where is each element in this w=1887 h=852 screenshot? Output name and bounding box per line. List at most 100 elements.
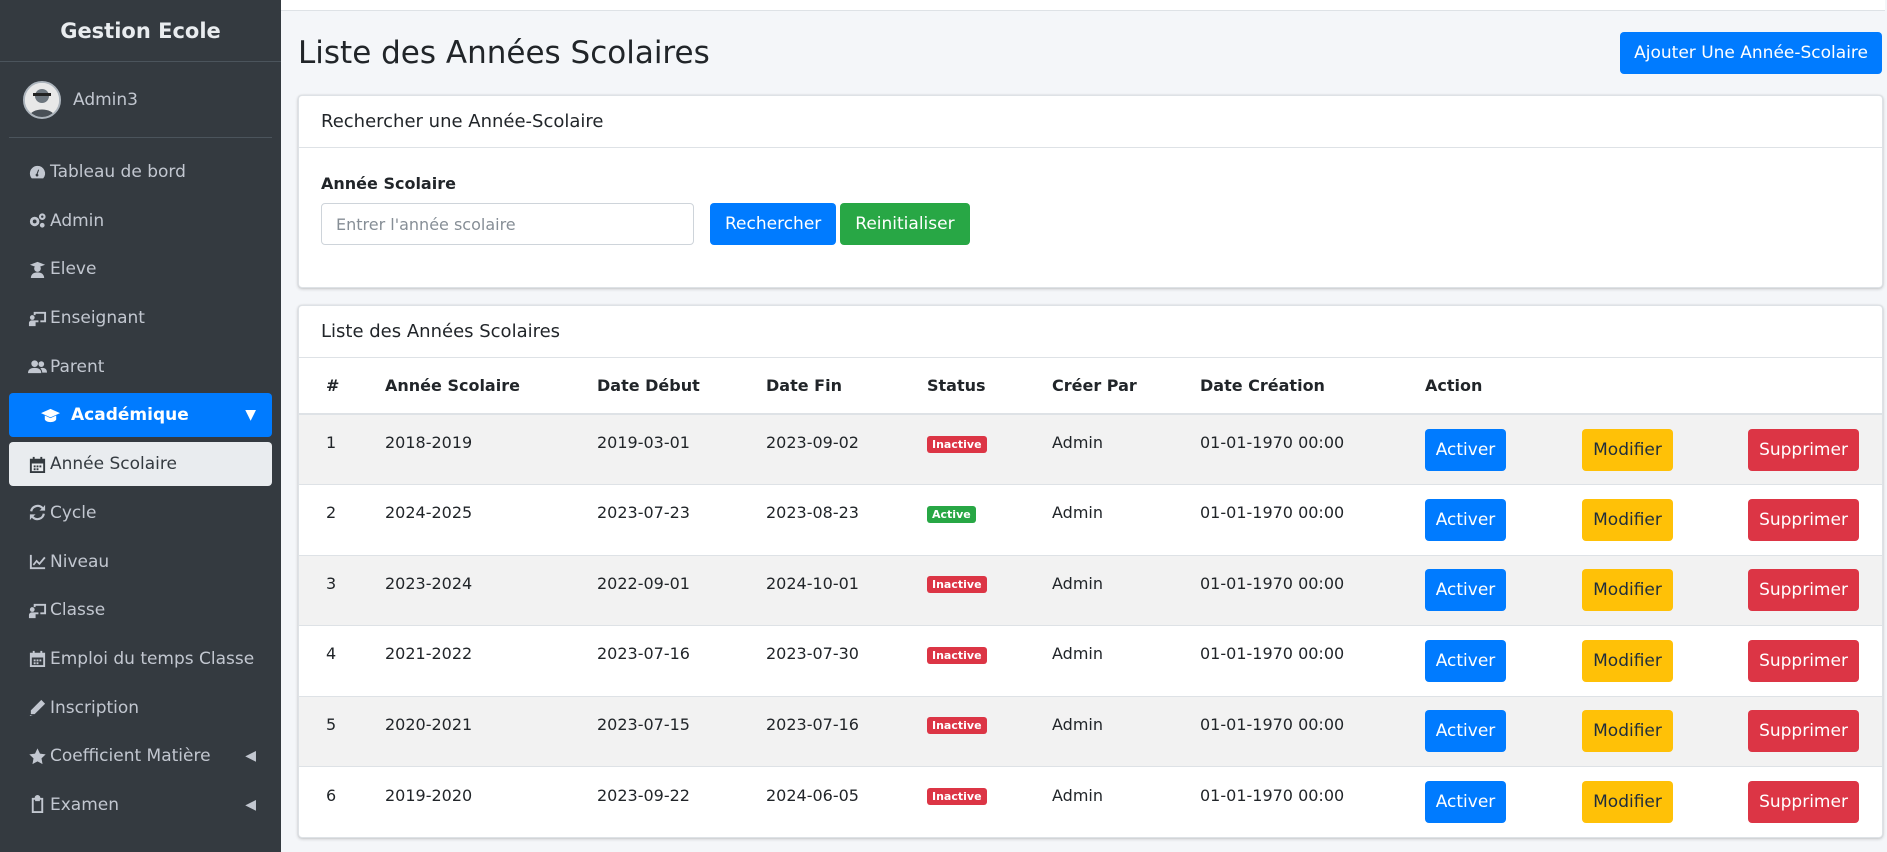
- cell-action-activate: Activer: [1398, 625, 1555, 696]
- graduation-cap-icon: [39, 406, 61, 425]
- cell-action-activate: Activer: [1398, 695, 1555, 767]
- sidebar-item-label: Année Scolaire: [50, 454, 177, 475]
- delete-button[interactable]: Supprimer: [1748, 639, 1859, 682]
- search-card-title: Rechercher une Année-Scolaire: [299, 96, 1882, 148]
- cell-date-debut: 2023-09-22: [570, 766, 739, 837]
- column-header: Date Fin: [739, 358, 900, 415]
- sidebar-item-admin[interactable]: Admin: [9, 199, 272, 243]
- cell-status: Inactive: [900, 413, 1025, 485]
- delete-button[interactable]: Supprimer: [1748, 569, 1859, 612]
- search-card: Rechercher une Année-Scolaire Année Scol…: [298, 95, 1883, 288]
- chalkboard-icon: [26, 601, 48, 620]
- cell-action-activate: Activer: [1398, 554, 1555, 626]
- sidebar-item-label: Classe: [50, 600, 106, 621]
- top-navbar: [281, 0, 1885, 11]
- reset-button[interactable]: Reinitialiser: [840, 203, 970, 245]
- edit-button[interactable]: Modifier: [1582, 639, 1673, 682]
- search-button[interactable]: Rechercher: [710, 203, 837, 245]
- status-badge: Active: [927, 505, 976, 523]
- column-header: Année Scolaire: [358, 358, 570, 415]
- sidebar-item-emploi-du-temps[interactable]: Emploi du temps Classe: [9, 637, 272, 681]
- delete-button[interactable]: Supprimer: [1748, 781, 1859, 823]
- column-header: Date Début: [570, 358, 739, 415]
- table-row: 1 2018-2019 2019-03-01 2023-09-02 Inacti…: [299, 413, 1882, 485]
- sidebar-item-label: Enseignant: [50, 308, 145, 329]
- activate-button[interactable]: Activer: [1425, 639, 1506, 682]
- status-badge: Inactive: [927, 435, 987, 453]
- sidebar-item-coefficient-matiere[interactable]: Coefficient Matière ◀: [9, 734, 272, 778]
- sidebar-item-annee-scolaire[interactable]: Année Scolaire: [9, 442, 272, 487]
- edit-button[interactable]: Modifier: [1582, 710, 1673, 753]
- edit-button[interactable]: Modifier: [1582, 569, 1673, 612]
- cell-annee: 2021-2022: [358, 625, 570, 696]
- cell-date-debut: 2022-09-01: [570, 554, 739, 626]
- cell-status: Active: [900, 484, 1025, 555]
- brand-title[interactable]: Gestion Ecole: [0, 0, 281, 62]
- cell-date-creation: 01-01-1970 00:00: [1173, 766, 1398, 837]
- table-row: 6 2019-2020 2023-09-22 2024-06-05 Inacti…: [299, 766, 1882, 837]
- column-header: Date Création: [1173, 358, 1398, 415]
- cell-action-delete: Supprimer: [1721, 766, 1882, 837]
- sidebar-item-label: Niveau: [50, 551, 110, 572]
- delete-button[interactable]: Supprimer: [1748, 710, 1859, 753]
- sidebar-item-academique[interactable]: Académique ▼: [9, 393, 272, 438]
- avatar: [23, 80, 61, 119]
- graduate-icon: [26, 260, 48, 279]
- table-row: 3 2023-2024 2022-09-01 2024-10-01 Inacti…: [299, 554, 1882, 626]
- cell-number: 6: [299, 766, 358, 837]
- cell-action-delete: Supprimer: [1721, 484, 1882, 555]
- chevron-left-icon: ◀: [245, 796, 256, 813]
- cell-created-by: Admin: [1025, 625, 1173, 696]
- search-input[interactable]: [321, 203, 694, 245]
- user-panel[interactable]: Admin3: [9, 62, 272, 138]
- column-header-empty: [1721, 358, 1882, 415]
- activate-button[interactable]: Activer: [1425, 428, 1506, 471]
- sidebar-item-eleve[interactable]: Eleve: [9, 247, 272, 291]
- activate-button[interactable]: Activer: [1425, 710, 1506, 753]
- activate-button[interactable]: Activer: [1425, 569, 1506, 612]
- sidebar-item-cycle[interactable]: Cycle: [9, 491, 272, 535]
- cell-action-edit: Modifier: [1555, 484, 1721, 555]
- star-icon: [26, 747, 48, 766]
- sidebar-item-inscription[interactable]: Inscription: [9, 686, 272, 730]
- sidebar-item-tableau-de-bord[interactable]: Tableau de bord: [9, 150, 272, 194]
- cell-number: 4: [299, 625, 358, 696]
- cell-status: Inactive: [900, 766, 1025, 837]
- add-school-year-button[interactable]: Ajouter Une Année-Scolaire: [1620, 32, 1882, 74]
- sidebar-item-examen[interactable]: Examen ◀: [9, 783, 272, 827]
- cell-status: Inactive: [900, 554, 1025, 626]
- cell-date-debut: 2019-03-01: [570, 413, 739, 485]
- cell-action-edit: Modifier: [1555, 554, 1721, 626]
- sidebar-item-label: Parent: [50, 356, 105, 377]
- search-form: Année Scolaire Rechercher Reinitialiser: [299, 148, 1882, 287]
- activate-button[interactable]: Activer: [1425, 498, 1506, 541]
- delete-button[interactable]: Supprimer: [1748, 498, 1859, 541]
- calendar-icon: [26, 455, 48, 474]
- cell-created-by: Admin: [1025, 766, 1173, 837]
- sidebar: Gestion Ecole Admin3 Tableau de bord Adm…: [0, 0, 281, 852]
- sidebar-item-label: Académique: [71, 405, 189, 426]
- sidebar-item-enseignant[interactable]: Enseignant: [9, 296, 272, 340]
- delete-button[interactable]: Supprimer: [1748, 428, 1859, 471]
- list-card-title: Liste des Années Scolaires: [299, 306, 1882, 358]
- clipboard-icon: [26, 795, 48, 814]
- column-header-empty: [1555, 358, 1721, 415]
- cell-action-edit: Modifier: [1555, 625, 1721, 696]
- sidebar-item-parent[interactable]: Parent: [9, 345, 272, 389]
- table-body: 1 2018-2019 2019-03-01 2023-09-02 Inacti…: [299, 413, 1882, 837]
- cell-status: Inactive: [900, 695, 1025, 767]
- status-badge: Inactive: [927, 788, 987, 805]
- user-name[interactable]: Admin3: [73, 90, 138, 110]
- pen-icon: [26, 698, 48, 717]
- edit-button[interactable]: Modifier: [1582, 781, 1673, 823]
- user-avatar-icon: [25, 82, 59, 117]
- column-header: Action: [1398, 358, 1555, 415]
- sidebar-item-niveau[interactable]: Niveau: [9, 540, 272, 584]
- edit-button[interactable]: Modifier: [1582, 498, 1673, 541]
- activate-button[interactable]: Activer: [1425, 781, 1506, 823]
- cell-action-edit: Modifier: [1555, 413, 1721, 485]
- cell-date-debut: 2023-07-15: [570, 695, 739, 767]
- list-card: Liste des Années Scolaires # Année Scola…: [298, 305, 1883, 838]
- sidebar-item-classe[interactable]: Classe: [9, 588, 272, 632]
- edit-button[interactable]: Modifier: [1582, 428, 1673, 471]
